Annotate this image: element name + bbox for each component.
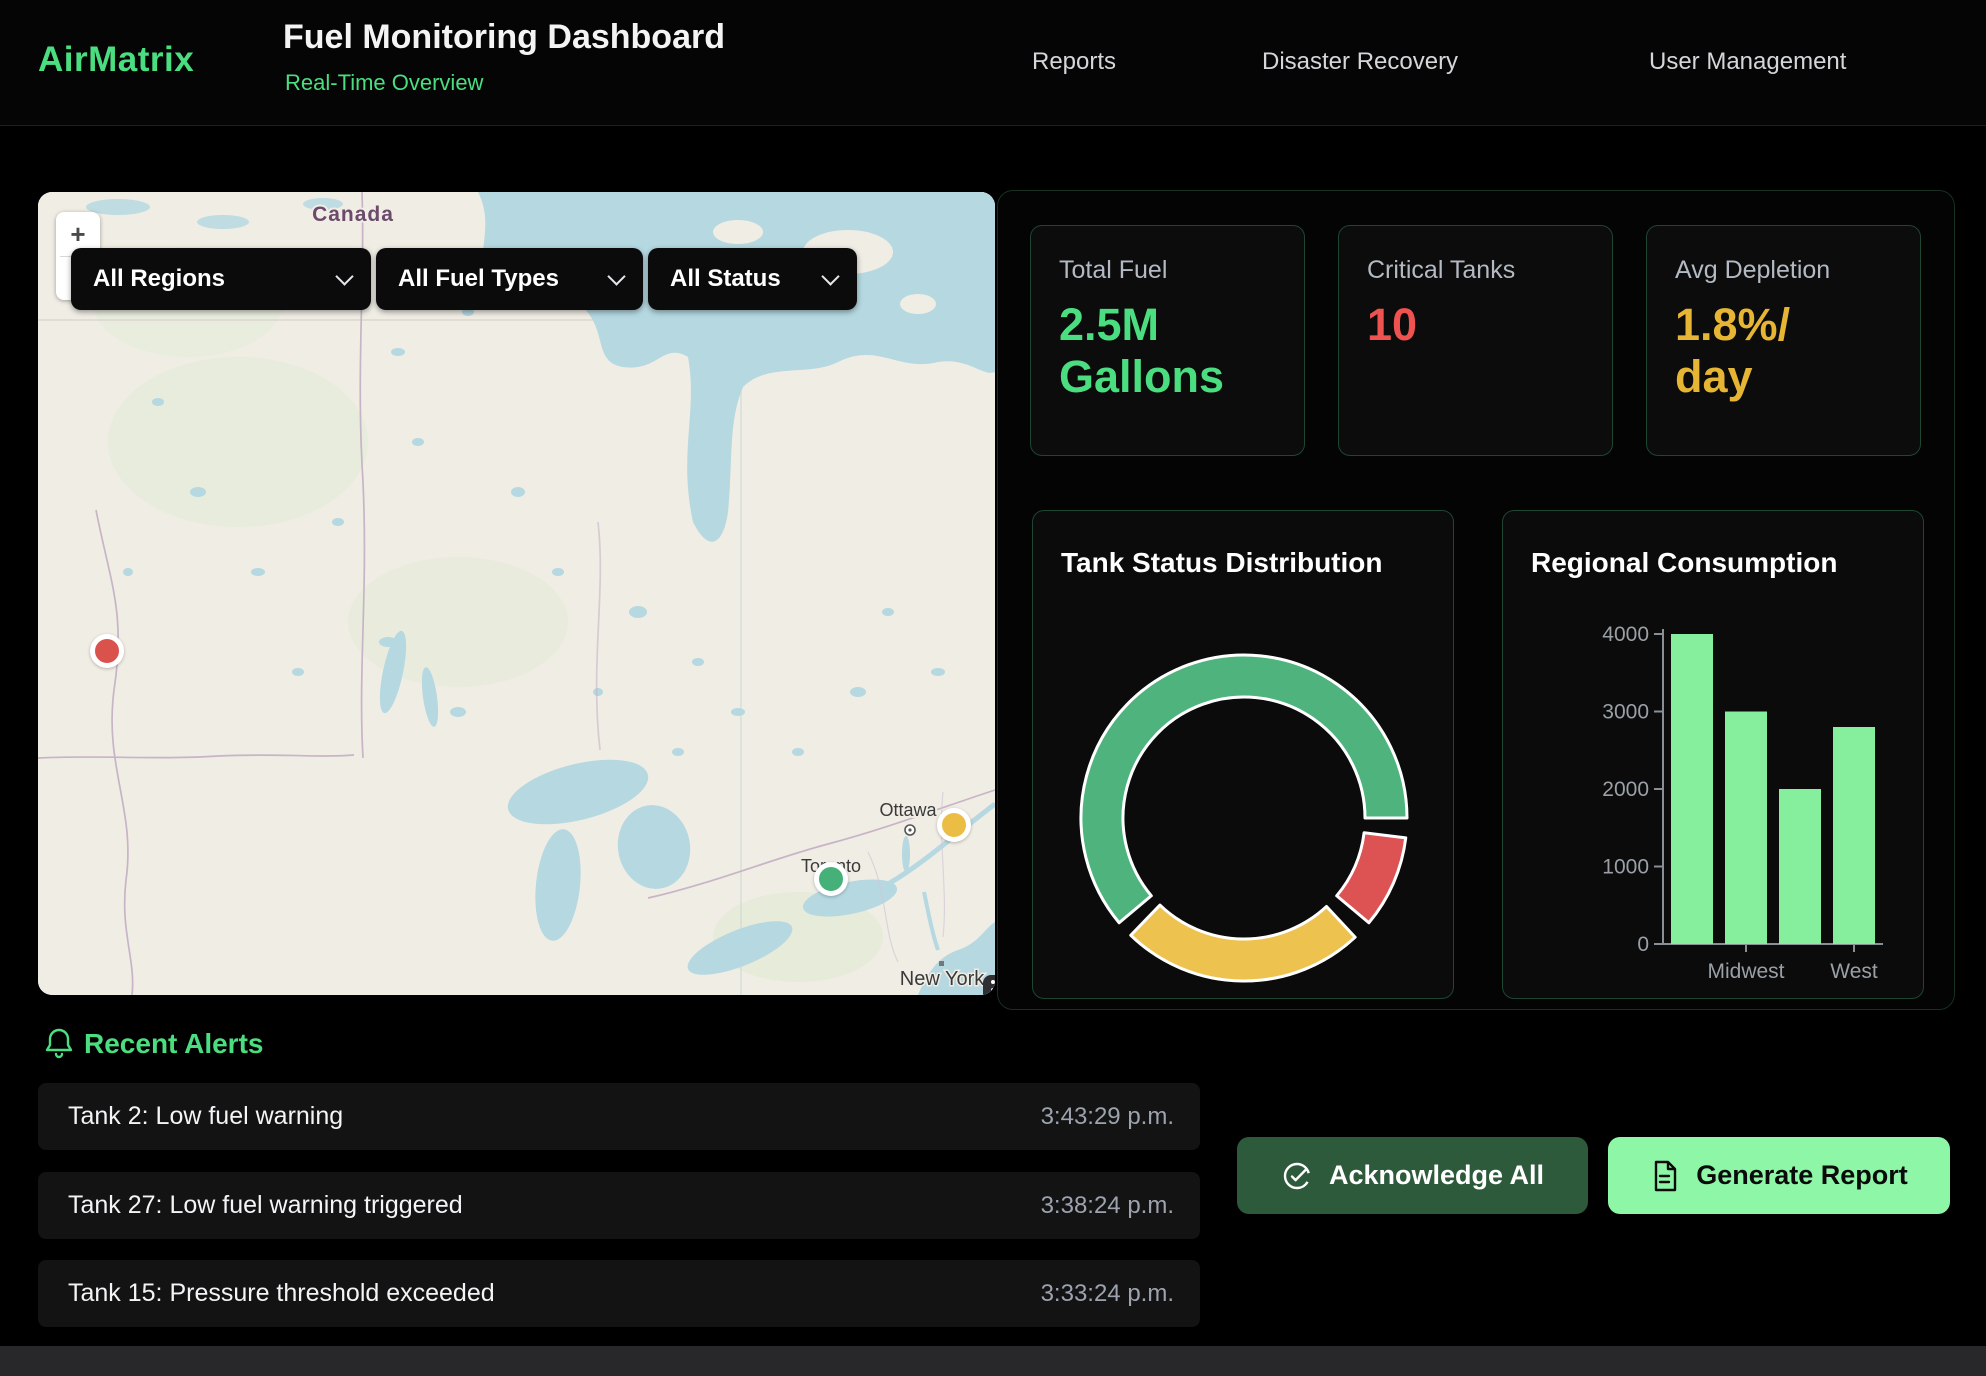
stat-value: 10 bbox=[1367, 299, 1584, 351]
stat-value: Gallons bbox=[1059, 351, 1276, 403]
stat-label: Total Fuel bbox=[1059, 256, 1276, 285]
alert-text: Tank 27: Low fuel warning triggered bbox=[68, 1191, 463, 1220]
alert-time: 3:33:24 p.m. bbox=[1041, 1280, 1174, 1308]
y-tick-label: 3000 bbox=[1602, 701, 1649, 724]
status-filter-dropdown[interactable]: All Status bbox=[648, 248, 857, 310]
chevron-down-icon bbox=[335, 267, 353, 285]
chart-title: Regional Consumption bbox=[1531, 547, 1837, 579]
nav-disaster-recovery[interactable]: Disaster Recovery bbox=[1262, 48, 1458, 76]
y-tick-label: 2000 bbox=[1602, 778, 1649, 801]
map-marker-0[interactable] bbox=[90, 634, 124, 668]
bar-chart: 0 1000 2000 3000 4000 Midwest West bbox=[1503, 511, 1923, 998]
donut-chart bbox=[1033, 511, 1453, 998]
stat-value: 1.8%/ bbox=[1675, 299, 1892, 351]
stat-card-avg-depletion: Avg Depletion 1.8%/ day bbox=[1646, 225, 1921, 456]
alert-text: Tank 15: Pressure threshold exceeded bbox=[68, 1279, 495, 1308]
generate-report-button[interactable]: Generate Report bbox=[1608, 1137, 1950, 1214]
alert-row[interactable]: Tank 27: Low fuel warning triggered 3:38… bbox=[38, 1172, 1200, 1239]
regional-consumption-card: Regional Consumption 0 1000 2000 3000 4000 Mi… bbox=[1502, 510, 1924, 999]
alert-time: 3:38:24 p.m. bbox=[1041, 1192, 1174, 1220]
stat-value: 2.5M bbox=[1059, 299, 1276, 351]
footer-bar bbox=[0, 1346, 1986, 1376]
alert-row[interactable]: Tank 2: Low fuel warning 3:43:29 p.m. bbox=[38, 1083, 1200, 1150]
alert-time: 3:43:29 p.m. bbox=[1041, 1103, 1174, 1131]
nav-reports[interactable]: Reports bbox=[1032, 48, 1116, 76]
fuel-type-filter-dropdown[interactable]: All Fuel Types bbox=[376, 248, 643, 310]
report-file-icon bbox=[1650, 1159, 1680, 1193]
stat-label: Critical Tanks bbox=[1367, 256, 1584, 285]
bar-1 bbox=[1725, 712, 1767, 945]
page-subtitle: Real-Time Overview bbox=[285, 70, 483, 96]
stat-label: Avg Depletion bbox=[1675, 256, 1892, 285]
bell-icon bbox=[44, 1026, 74, 1060]
y-tick-label: 4000 bbox=[1602, 623, 1649, 646]
fuel-monitoring-dashboard: AirMatrix Fuel Monitoring Dashboard Real… bbox=[0, 0, 1986, 1376]
y-tick-label: 1000 bbox=[1602, 856, 1649, 879]
region-filter-dropdown[interactable]: All Regions bbox=[71, 248, 371, 310]
bar-0 bbox=[1671, 634, 1713, 944]
brand-logo[interactable]: AirMatrix bbox=[38, 40, 194, 80]
status-filter-value: All Status bbox=[670, 265, 781, 293]
region-filter-value: All Regions bbox=[93, 265, 225, 293]
x-tick-label: West bbox=[1830, 960, 1878, 983]
check-circle-icon bbox=[1281, 1160, 1313, 1192]
chart-title: Tank Status Distribution bbox=[1061, 547, 1383, 579]
resize-drag-handle[interactable] bbox=[983, 975, 995, 995]
x-tick-label: Midwest bbox=[1707, 960, 1784, 983]
donut-segment-yellow bbox=[1131, 905, 1355, 981]
map-label-ottawa: Ottawa bbox=[879, 800, 937, 820]
bar-2 bbox=[1779, 789, 1821, 944]
acknowledge-all-button[interactable]: Acknowledge All bbox=[1237, 1137, 1588, 1214]
donut-segment-red bbox=[1337, 833, 1406, 923]
map-marker-2[interactable] bbox=[814, 862, 848, 896]
map-marker-1[interactable] bbox=[937, 808, 971, 842]
alert-text: Tank 2: Low fuel warning bbox=[68, 1102, 343, 1131]
chevron-down-icon bbox=[607, 267, 625, 285]
acknowledge-all-label: Acknowledge All bbox=[1329, 1160, 1544, 1191]
bar-3 bbox=[1833, 727, 1875, 944]
page-title: Fuel Monitoring Dashboard bbox=[283, 18, 725, 57]
stat-value: day bbox=[1675, 351, 1892, 403]
stat-card-total-fuel: Total Fuel 2.5M Gallons bbox=[1030, 225, 1305, 456]
header-bar: AirMatrix Fuel Monitoring Dashboard Real… bbox=[0, 0, 1986, 126]
alerts-heading: Recent Alerts bbox=[84, 1028, 263, 1060]
chevron-down-icon bbox=[821, 267, 839, 285]
tank-status-card: Tank Status Distribution bbox=[1032, 510, 1454, 999]
map-canvas[interactable]: Canada Ottawa Toronto New York + − All R… bbox=[38, 192, 995, 995]
generate-report-label: Generate Report bbox=[1696, 1160, 1908, 1191]
map-label-canada: Canada bbox=[312, 203, 394, 226]
map-base: Canada Ottawa Toronto New York bbox=[38, 192, 995, 995]
alert-row[interactable]: Tank 15: Pressure threshold exceeded 3:3… bbox=[38, 1260, 1200, 1327]
nav-user-management[interactable]: User Management bbox=[1649, 48, 1846, 76]
fuel-type-filter-value: All Fuel Types bbox=[398, 265, 559, 293]
map-label-new-york: New York bbox=[900, 968, 985, 990]
stat-card-critical-tanks: Critical Tanks 10 bbox=[1338, 225, 1613, 456]
y-tick-label: 0 bbox=[1637, 933, 1649, 956]
